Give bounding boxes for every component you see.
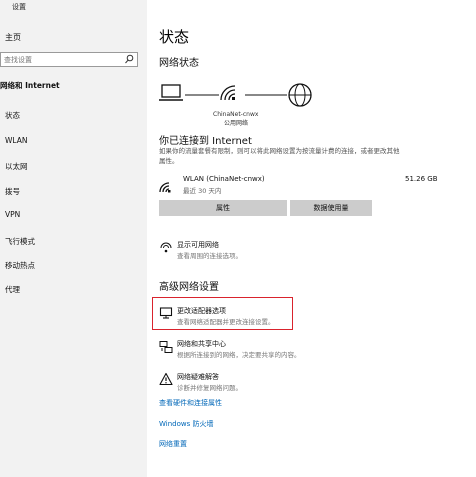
network-status-heading: 网络状态 xyxy=(159,58,199,69)
warning-icon xyxy=(159,372,173,386)
globe-icon xyxy=(288,83,312,107)
sharing-center-desc: 根据所连接到的网络，决定要共享的内容。 xyxy=(177,351,301,359)
main-content: 状态 网络状态 ChinaNet-cnwx 公用网络 你已连接到 Interne… xyxy=(147,0,476,477)
sidebar-home[interactable]: 主页 xyxy=(5,32,21,43)
sidebar-item-vpn[interactable]: VPN xyxy=(5,210,20,219)
search-input[interactable] xyxy=(4,54,122,65)
sidebar-item-dialup[interactable]: 拨号 xyxy=(5,186,20,197)
connected-description: 如果你的流量套餐有限制，则可以将此网络设置为按流量计费的连接，或者更改其他属性。 xyxy=(159,147,400,165)
sidebar-item-airplane[interactable]: 飞行模式 xyxy=(5,236,35,247)
show-networks-link[interactable]: 显示可用网络 xyxy=(177,240,219,250)
network-reset-link[interactable]: 网络重置 xyxy=(159,439,187,449)
sidebar-item-status[interactable]: 状态 xyxy=(5,110,20,121)
advanced-settings-heading: 高级网络设置 xyxy=(159,282,219,293)
show-networks-desc: 查看周围的连接选项。 xyxy=(177,252,242,260)
properties-button[interactable]: 属性 xyxy=(159,200,287,216)
data-usage-button[interactable]: 数据使用量 xyxy=(290,200,372,216)
sidebar: 设置 主页 网络和 Internet 状态 WLAN 以太网 拨号 VPN 飞行… xyxy=(0,0,147,477)
wlan-period: 最近 30 天内 xyxy=(183,187,222,195)
change-adapter-options-desc: 查看网络适配器并更改连接设置。 xyxy=(177,318,275,326)
network-name: ChinaNet-cnwx xyxy=(213,111,259,118)
hardware-properties-link[interactable]: 查看硬件和连接属性 xyxy=(159,398,222,408)
sidebar-item-proxy[interactable]: 代理 xyxy=(5,284,20,295)
computer-icon xyxy=(159,84,183,101)
wlan-connection-name: WLAN (ChinaNet-cnwx) xyxy=(183,175,265,183)
wlan-icon xyxy=(159,182,171,193)
troubleshoot-link[interactable]: 网络疑难解答 xyxy=(177,372,219,382)
search-box[interactable] xyxy=(0,52,138,67)
sidebar-section-title: 网络和 Internet xyxy=(0,81,60,90)
windows-firewall-link[interactable]: Windows 防火墙 xyxy=(159,419,213,429)
sharing-center-link[interactable]: 网络和共享中心 xyxy=(177,339,226,349)
available-networks-icon xyxy=(160,242,172,253)
page-title: 状态 xyxy=(159,28,190,46)
wlan-data-size: 51.26 GB xyxy=(405,175,438,183)
wifi-signal-icon xyxy=(220,85,236,101)
connected-heading: 你已连接到 Internet xyxy=(159,136,252,147)
network-type: 公用网络 xyxy=(224,120,249,127)
troubleshoot-desc: 诊断并修复网络问题。 xyxy=(177,384,242,392)
window-title: 设置 xyxy=(12,3,26,11)
change-adapter-options-link[interactable]: 更改适配器选项 xyxy=(177,306,226,316)
adapter-icon xyxy=(159,307,173,319)
sidebar-item-hotspot[interactable]: 移动热点 xyxy=(5,260,35,271)
sidebar-item-wlan[interactable]: WLAN xyxy=(5,136,28,145)
sidebar-item-ethernet[interactable]: 以太网 xyxy=(5,161,28,172)
search-icon[interactable] xyxy=(124,54,134,65)
sharing-center-icon xyxy=(159,341,173,353)
